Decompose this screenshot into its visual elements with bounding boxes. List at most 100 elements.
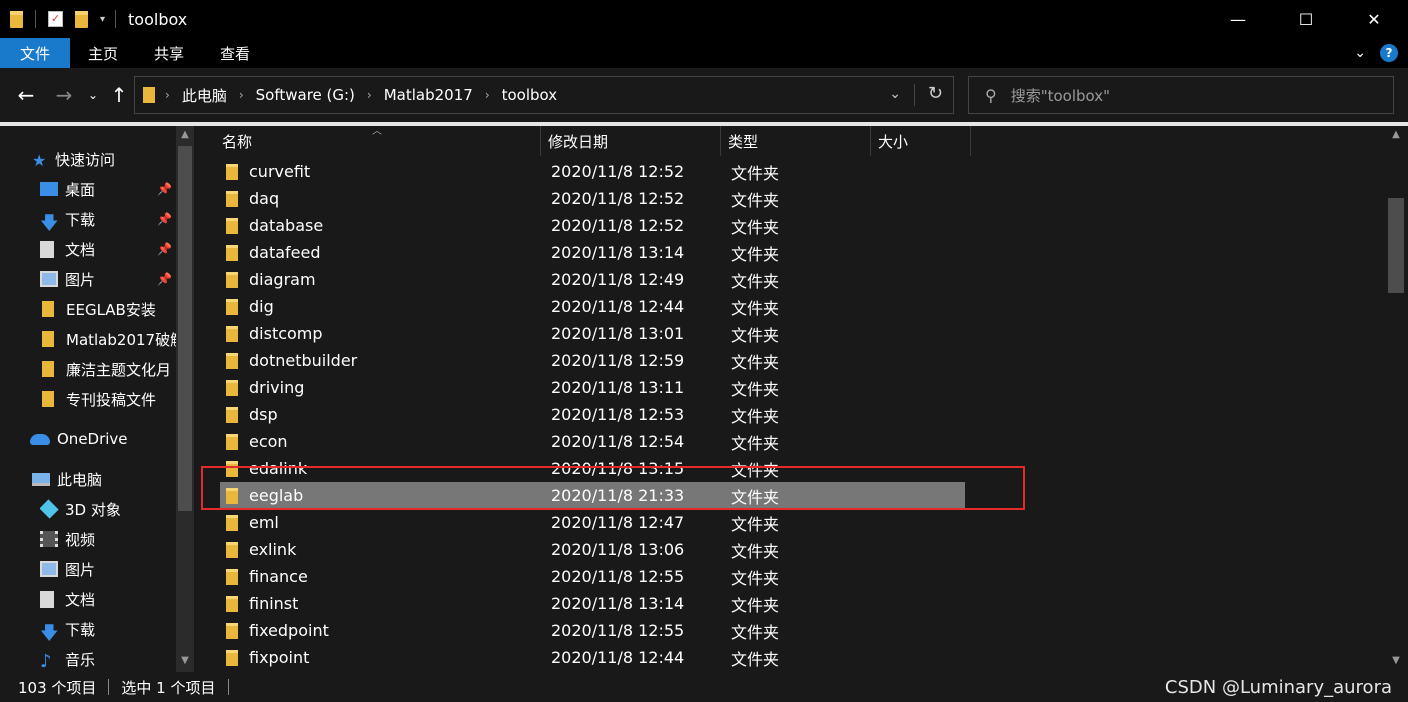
file-name: diagram [249,270,316,289]
sidebar-item-documents[interactable]: 文档 📌 [40,234,176,264]
breadcrumb-this-pc[interactable]: 此电脑 [182,85,227,106]
table-row[interactable]: eml 2020/11/8 12:47 文件夹 [220,509,965,536]
table-row[interactable]: database 2020/11/8 12:52 文件夹 [220,212,965,239]
table-row[interactable]: dotnetbuilder 2020/11/8 12:59 文件夹 [220,347,965,374]
file-list-scrollbar[interactable]: ▲ ▼ [1386,126,1406,672]
minimize-button[interactable]: — [1204,0,1272,38]
sidebar-item-3d-objects[interactable]: 3D 对象 [40,494,176,524]
up-arrow-icon[interactable]: ↑ [108,81,130,109]
tab-home[interactable]: 主页 [70,38,136,68]
scroll-up-icon[interactable]: ▲ [178,126,192,144]
sidebar-item-culture-month[interactable]: 廉洁主题文化月 [42,354,176,384]
folder-icon [42,301,54,317]
table-row[interactable]: driving 2020/11/8 13:11 文件夹 [220,374,965,401]
sidebar-item-submission-files[interactable]: 专刊投稿文件 [42,384,176,414]
table-row[interactable]: daq 2020/11/8 12:52 文件夹 [220,185,965,212]
refresh-icon[interactable]: ↻ [928,83,943,104]
file-type: 文件夹 [731,217,780,237]
table-row[interactable]: curvefit 2020/11/8 12:52 文件夹 [220,158,965,185]
file-type: 文件夹 [731,244,780,264]
table-row[interactable]: distcomp 2020/11/8 13:01 文件夹 [220,320,965,347]
table-row[interactable]: dig 2020/11/8 12:44 文件夹 [220,293,965,320]
sidebar-item-quick-access[interactable]: ★ 快速访问 [32,144,176,174]
table-row[interactable]: fixpoint 2020/11/8 12:44 文件夹 [220,644,965,671]
sidebar-item-label: 快速访问 [55,150,116,169]
sidebar-item-label: 下载 [65,620,96,639]
sidebar-item-onedrive[interactable]: OneDrive [30,424,176,454]
table-row[interactable]: finance 2020/11/8 12:55 文件夹 [220,563,965,590]
file-date: 2020/11/8 13:01 [551,324,685,343]
table-row[interactable]: diagram 2020/11/8 12:49 文件夹 [220,266,965,293]
sidebar-item-label: 桌面 [65,180,96,199]
forward-arrow-icon[interactable]: → [52,81,76,109]
sidebar-scrollbar-thumb[interactable] [178,146,192,511]
search-input[interactable]: 搜索"toolbox" [1011,85,1110,106]
table-row[interactable]: fixedpoint 2020/11/8 12:55 文件夹 [220,617,965,644]
navigation-pane: ★ 快速访问 桌面 📌 🡇 下载 📌 文档 📌 图片 📌 EEGLAB安装 Ma… [0,126,196,672]
address-bar[interactable]: › 此电脑 › Software (G:) › Matlab2017 › too… [134,76,954,114]
chevron-right-icon[interactable]: › [165,88,170,102]
new-folder-icon[interactable] [75,10,88,28]
close-button[interactable]: ✕ [1340,0,1408,38]
sidebar-item-eeglab-install[interactable]: EEGLAB安装 [42,294,176,324]
chevron-right-icon[interactable]: › [239,88,244,102]
scroll-down-icon[interactable]: ▼ [178,652,192,670]
chevron-right-icon[interactable]: › [367,88,372,102]
tab-view[interactable]: 查看 [202,38,268,68]
address-history-dropdown-icon[interactable]: ⌄ [889,86,901,102]
customize-toolbar-dropdown-icon[interactable]: ▾ [100,14,105,25]
table-row[interactable]: fininst 2020/11/8 13:14 文件夹 [220,590,965,617]
sidebar-item-label: 3D 对象 [65,500,121,519]
folder-icon [226,325,238,342]
search-box[interactable]: ⚲ 搜索"toolbox" [968,76,1394,114]
recent-locations-dropdown-icon[interactable]: ⌄ [86,81,100,109]
folder-icon [226,568,238,585]
scroll-down-icon[interactable]: ▼ [1388,652,1404,670]
folder-icon [226,541,238,558]
column-header-size[interactable]: 大小 [878,126,908,156]
table-row[interactable]: exlink 2020/11/8 13:06 文件夹 [220,536,965,563]
sidebar-item-downloads[interactable]: 🡇 下载 📌 [40,204,176,235]
column-header-date[interactable]: 修改日期 [548,126,608,156]
sidebar-item-videos[interactable]: 视频 [40,524,176,554]
breadcrumb-toolbox[interactable]: toolbox [502,86,558,104]
column-header-name[interactable]: 名称 [222,126,252,156]
file-name: dsp [249,405,278,424]
maximize-button[interactable]: ☐ [1272,0,1340,38]
breadcrumb-software-drive[interactable]: Software (G:) [256,86,355,104]
pin-icon: 📌 [157,212,172,226]
table-row[interactable]: dsp 2020/11/8 12:53 文件夹 [220,401,965,428]
table-row[interactable]: edalink 2020/11/8 13:15 文件夹 [220,455,965,482]
sidebar-item-matlab-crack[interactable]: Matlab2017破解 [42,324,176,354]
table-row[interactable]: eeglab 2020/11/8 21:33 文件夹 [220,482,965,509]
sidebar-item-desktop[interactable]: 桌面 📌 [40,174,176,204]
sidebar-item-downloads-pc[interactable]: 🡇 下载 [40,614,176,645]
sidebar-item-label: 文档 [65,240,96,259]
file-name: exlink [249,540,297,559]
expand-ribbon-icon[interactable]: ⌄ [1354,45,1366,61]
picture-icon [40,271,58,287]
sidebar-item-pictures[interactable]: 图片 📌 [40,264,176,294]
file-type: 文件夹 [731,352,780,372]
sidebar-item-documents-pc[interactable]: 文档 [40,584,176,614]
back-arrow-icon[interactable]: ← [14,81,38,109]
column-header-type[interactable]: 类型 [728,126,758,156]
tab-share[interactable]: 共享 [136,38,202,68]
chevron-right-icon[interactable]: › [485,88,490,102]
table-row[interactable]: econ 2020/11/8 12:54 文件夹 [220,428,965,455]
sidebar-item-music[interactable]: ♪ 音乐 [40,644,176,673]
breadcrumb-matlab2017[interactable]: Matlab2017 [384,86,473,104]
file-date: 2020/11/8 12:44 [551,648,685,667]
file-date: 2020/11/8 12:55 [551,567,685,586]
scroll-up-icon[interactable]: ▲ [1388,126,1404,144]
folder-icon [226,217,238,234]
tab-file[interactable]: 文件 [0,38,70,68]
table-row[interactable]: datafeed 2020/11/8 13:14 文件夹 [220,239,965,266]
sidebar-item-this-pc[interactable]: 此电脑 [32,464,176,494]
cloud-icon [30,433,50,445]
properties-icon[interactable]: ✓ [48,11,63,27]
file-list-scrollbar-thumb[interactable] [1388,198,1404,293]
file-name: eml [249,513,279,532]
help-icon[interactable]: ? [1380,44,1398,62]
sidebar-item-pictures-pc[interactable]: 图片 [40,554,176,584]
